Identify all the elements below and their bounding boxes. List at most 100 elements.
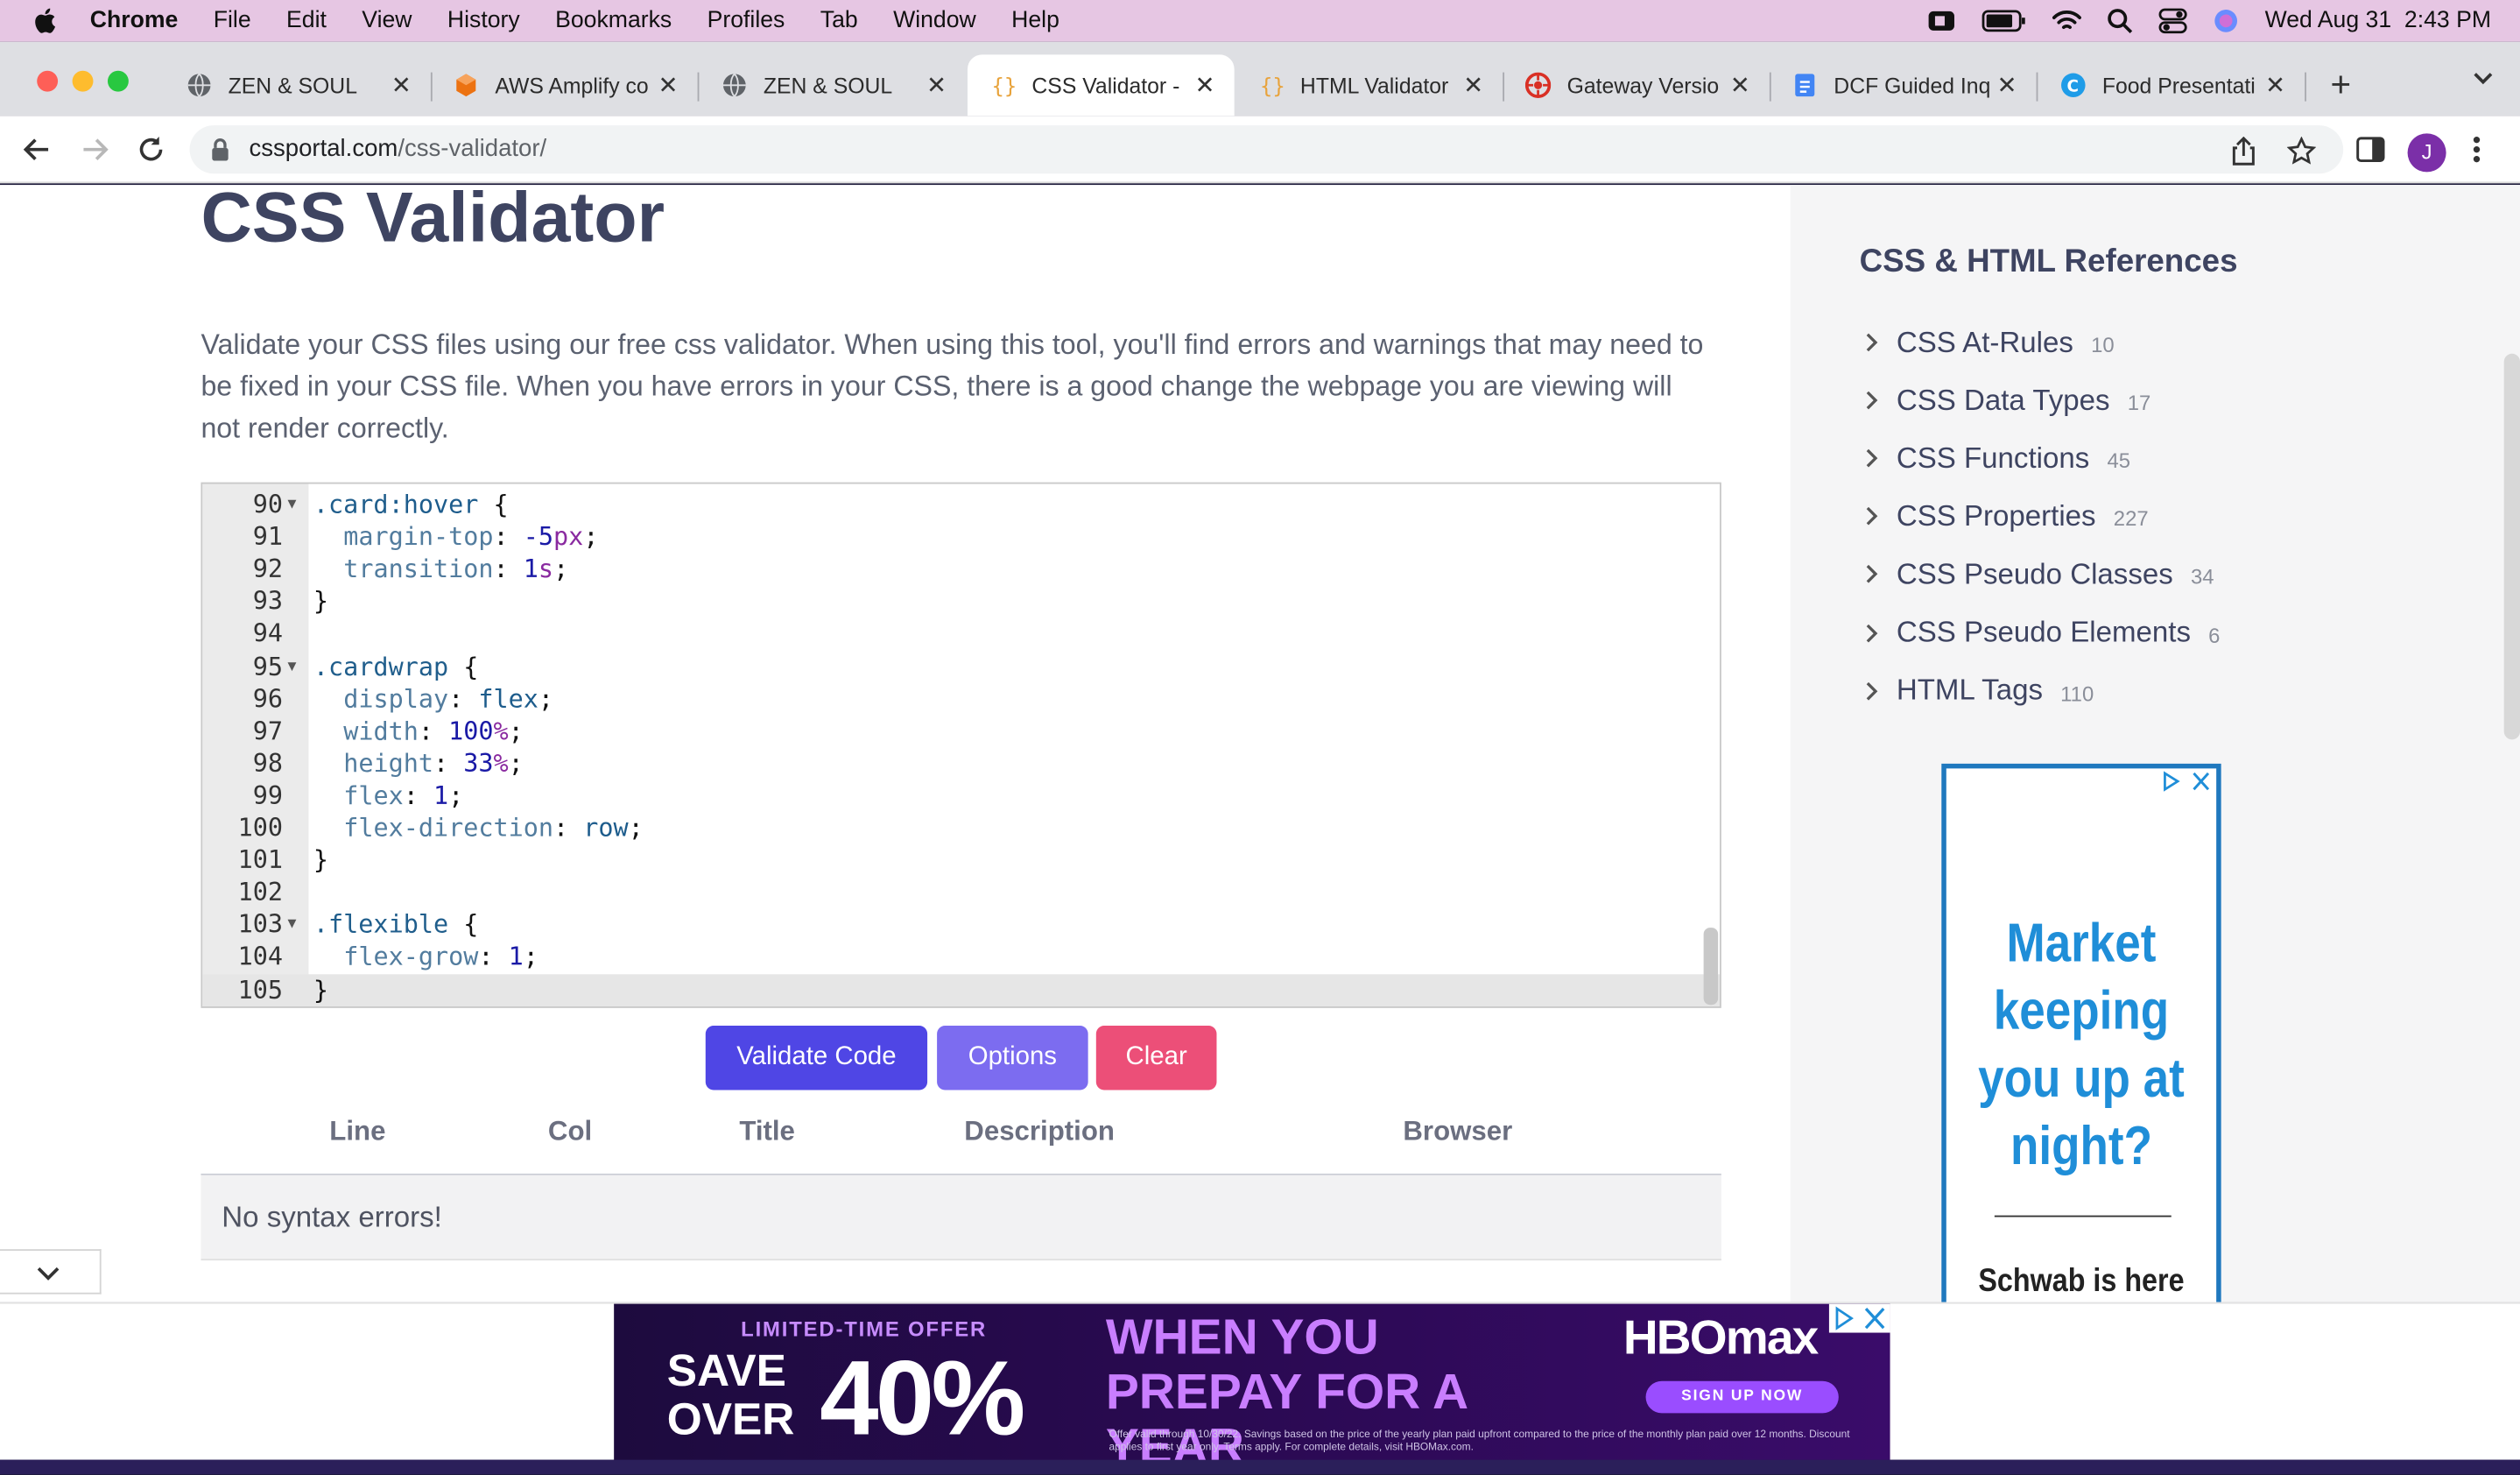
forward-arrow-icon[interactable] [81, 135, 109, 164]
fold-arrow-icon[interactable]: ▼ [288, 650, 297, 682]
apple-icon[interactable] [32, 6, 61, 35]
sidebar-item-css-functions[interactable]: CSS Functions 45 [1862, 439, 2131, 477]
tab-aws-amplify[interactable]: AWS Amplify co ✕ [431, 54, 700, 116]
close-tab-icon[interactable]: ✕ [658, 71, 678, 100]
code-line[interactable]: 92 transition: 1s; [202, 554, 1720, 586]
menu-help[interactable]: Help [1011, 8, 1059, 33]
tab-html-validator[interactable]: {} HTML Validator ✕ [1235, 54, 1505, 116]
close-tab-icon[interactable]: ✕ [1195, 71, 1215, 100]
code-line[interactable]: 104 flex-grow: 1; [202, 941, 1720, 973]
menu-tab[interactable]: Tab [820, 8, 858, 33]
menu-profiles[interactable]: Profiles [707, 8, 785, 33]
sidebar-item-css-at-rules[interactable]: CSS At-Rules 10 [1862, 323, 2115, 362]
sidebar-item-css-pseudo-classes[interactable]: CSS Pseudo Classes 34 [1862, 555, 2214, 594]
close-window-button[interactable] [37, 70, 59, 92]
code-line[interactable]: 90 ▼ .card:hover { [202, 489, 1720, 521]
options-button[interactable]: Options [937, 1026, 1088, 1090]
tab-title: CSS Validator - [1031, 73, 1180, 98]
code-line[interactable]: 94 [202, 618, 1720, 651]
ad-signup-button[interactable]: SIGN UP NOW [1645, 1380, 1839, 1414]
css-code-editor[interactable]: 90 ▼ .card:hover {91 margin-top: -5px; 92 t… [201, 482, 1721, 1008]
battery-icon[interactable] [1982, 10, 2027, 32]
collapse-panel-button[interactable] [0, 1249, 102, 1295]
sidebar-item-html-tags[interactable]: HTML Tags 110 [1862, 671, 2094, 709]
chevron-right-icon [1866, 449, 1878, 468]
globe-icon [187, 73, 211, 97]
code-line[interactable]: 99 flex: 1; [202, 780, 1720, 812]
code-line[interactable]: 100 flex-direction: row; [202, 812, 1720, 844]
hbo-max-advertisement[interactable]: LIMITED-TIME OFFER SAVE OVER 40% WHEN YO… [614, 1303, 1890, 1462]
bottom-ad-band: LIMITED-TIME OFFER SAVE OVER 40% WHEN YO… [0, 1302, 2520, 1462]
fold-arrow-icon[interactable]: ▼ [288, 489, 297, 521]
tab-gateway-version[interactable]: Gateway Versio ✕ [1503, 54, 1771, 116]
tab-css-validator[interactable]: {} CSS Validator - ✕ [967, 54, 1235, 116]
code-line[interactable]: 102 [202, 877, 1720, 909]
menu-bookmarks[interactable]: Bookmarks [555, 8, 672, 33]
spotlight-search-icon[interactable] [2108, 8, 2133, 34]
code-line[interactable]: 97 width: 100%; [202, 715, 1720, 747]
sidebar-item-count: 45 [2107, 448, 2131, 473]
zoom-window-button[interactable] [107, 70, 129, 92]
code-line[interactable]: 101} [202, 844, 1720, 877]
side-panel-icon[interactable] [2356, 137, 2385, 163]
lock-icon[interactable] [210, 138, 229, 161]
control-center-icon[interactable] [2158, 8, 2188, 34]
sidebar-item-css-pseudo-elements[interactable]: CSS Pseudo Elements 6 [1862, 613, 2220, 652]
chrome-menu-icon[interactable] [2472, 135, 2481, 164]
sidebar-item-css-properties[interactable]: CSS Properties 227 [1862, 498, 2149, 536]
minimize-window-button[interactable] [72, 70, 94, 92]
menu-view[interactable]: View [362, 8, 412, 33]
sidebar-title: CSS & HTML References [1859, 243, 2238, 280]
ad-choices-icon[interactable] [2158, 770, 2213, 793]
close-tab-icon[interactable]: ✕ [391, 71, 412, 100]
chevron-right-icon [1866, 507, 1878, 526]
new-tab-button[interactable]: + [2330, 64, 2351, 106]
close-tab-icon[interactable]: ✕ [926, 71, 947, 100]
browser-toolbar: cssportal.com/css-validator/ [0, 116, 2520, 184]
code-line[interactable]: 105} [202, 973, 1720, 1006]
facetime-icon[interactable] [1927, 10, 1956, 32]
menu-clock[interactable]: Wed Aug 31 2:43 PM [2265, 8, 2491, 33]
code-line[interactable]: 91 margin-top: -5px; [202, 521, 1720, 554]
url-text[interactable]: cssportal.com/css-validator/ [250, 135, 547, 162]
close-tab-icon[interactable]: ✕ [2265, 71, 2285, 100]
tab-food-presentation[interactable]: C Food Presentati ✕ [2038, 54, 2306, 116]
close-tab-icon[interactable]: ✕ [1730, 71, 1750, 100]
address-bar[interactable]: cssportal.com/css-validator/ [189, 125, 2344, 174]
clear-button[interactable]: Clear [1095, 1026, 1217, 1090]
globe-icon [722, 73, 746, 97]
validate-code-button[interactable]: Validate Code [705, 1026, 928, 1090]
back-arrow-icon[interactable] [23, 135, 52, 164]
ad-choices-icon[interactable] [1828, 1303, 1890, 1333]
code-line[interactable]: 98 height: 33%; [202, 747, 1720, 780]
close-tab-icon[interactable]: ✕ [1996, 71, 2017, 100]
editor-scrollbar[interactable] [1703, 928, 1719, 1006]
side-advertisement[interactable]: Market keeping you up at night? Schwab i… [1941, 763, 2221, 1302]
menu-history[interactable]: History [447, 8, 520, 33]
share-icon[interactable] [2231, 137, 2256, 166]
siri-icon[interactable] [2214, 8, 2239, 33]
code-text: display: flex; [343, 684, 554, 714]
tab-search-chevron-icon[interactable] [2472, 71, 2495, 87]
profile-avatar[interactable]: J [2407, 133, 2446, 173]
tab-dcf-guided[interactable]: DCF Guided Inq ✕ [1770, 54, 2038, 116]
sidebar-item-css-data-types[interactable]: CSS Data Types 17 [1862, 381, 2150, 420]
fold-arrow-icon[interactable]: ▼ [288, 909, 297, 942]
gateway-icon [1524, 72, 1552, 98]
reload-icon[interactable] [137, 135, 165, 164]
menu-file[interactable]: File [214, 8, 251, 33]
menu-window[interactable]: Window [893, 8, 976, 33]
code-line[interactable]: 93} [202, 586, 1720, 618]
tab-zen-soul-1[interactable]: ZEN & SOUL ✕ [164, 54, 433, 116]
bookmark-star-icon[interactable] [2286, 137, 2316, 166]
close-tab-icon[interactable]: ✕ [1463, 71, 1483, 100]
menu-app-name[interactable]: Chrome [90, 8, 179, 33]
chevron-right-icon [1866, 333, 1878, 352]
code-line[interactable]: 95 ▼ .cardwrap { [202, 650, 1720, 682]
menu-edit[interactable]: Edit [286, 8, 327, 33]
code-line[interactable]: 96 display: flex; [202, 682, 1720, 715]
tab-zen-soul-2[interactable]: ZEN & SOUL ✕ [699, 54, 966, 116]
code-line[interactable]: 103 ▼ .flexible { [202, 909, 1720, 942]
page-scrollbar[interactable] [2503, 353, 2520, 740]
wifi-icon[interactable] [2052, 10, 2082, 32]
